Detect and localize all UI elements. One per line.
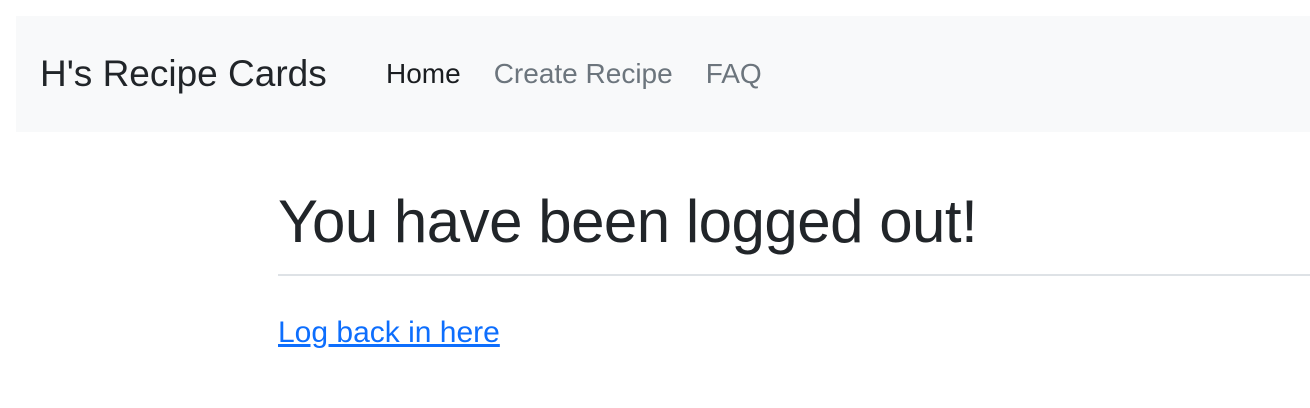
nav-links: Home Create Recipe FAQ [386,16,795,132]
nav-link-home[interactable]: Home [386,58,461,90]
page-title: You have been logged out! [278,188,978,255]
login-link[interactable]: Log back in here [278,316,500,350]
brand-link[interactable]: H's Recipe Cards [40,16,327,132]
main-content: You have been logged out! Log back in he… [278,178,1310,350]
nav-link-create-recipe[interactable]: Create Recipe [494,58,673,90]
navbar: H's Recipe Cards Home Create Recipe FAQ [16,16,1310,132]
divider [278,274,1310,276]
nav-link-faq[interactable]: FAQ [706,58,762,90]
